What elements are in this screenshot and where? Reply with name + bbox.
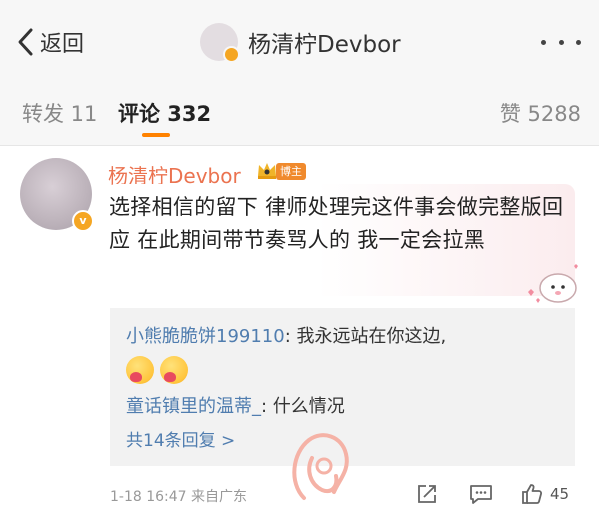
more-dot-icon xyxy=(541,39,546,45)
sheep-sticker-icon xyxy=(528,264,578,303)
reply-text: : 我永远站在你这边, xyxy=(284,326,447,347)
like-button[interactable]: 45 xyxy=(520,482,569,506)
blogger-badge: 博主 xyxy=(276,163,306,180)
nav-avatar[interactable] xyxy=(200,23,240,63)
back-label: 返回 xyxy=(40,32,85,57)
comment-card: v 杨清柠Devbor 博主 选择相信的留下 律师处理完这件事会做完整版回应 在… xyxy=(0,146,599,525)
nav-title: 杨清柠Devbor xyxy=(200,22,401,63)
view-all-replies-link[interactable]: 共14条回复 > xyxy=(126,426,235,451)
comment-meta: 1-18 16:47 来自广东 xyxy=(110,486,247,506)
verified-badge-icon xyxy=(223,46,240,63)
like-count: 45 xyxy=(550,485,570,503)
nav-title-text: 杨清柠Devbor xyxy=(248,32,401,58)
comment-source: 来自广东 xyxy=(191,489,248,505)
more-options-button[interactable] xyxy=(541,32,581,52)
more-dot-icon xyxy=(576,39,581,45)
tab-likes[interactable]: 赞 5288 xyxy=(500,98,581,128)
verified-badge-icon: v xyxy=(72,210,94,232)
watermark-logo-icon xyxy=(292,433,349,500)
comment-text: 选择相信的留下 律师处理完这件事会做完整版回应 在此期间带节奏骂人的 我一定会拉… xyxy=(109,195,564,252)
active-tab-indicator xyxy=(142,133,170,137)
back-button[interactable]: 返回 xyxy=(16,26,84,58)
comment-time: 1-18 16:47 xyxy=(110,489,187,505)
tab-comments[interactable]: 评论 332 xyxy=(118,98,211,128)
share-icon[interactable] xyxy=(415,482,439,506)
more-dot-icon xyxy=(558,39,564,45)
love-emoji-icon xyxy=(126,356,154,384)
tab-repost[interactable]: 转发 11 xyxy=(22,98,97,128)
tab-bar: 转发 11 评论 332 赞 5288 xyxy=(0,85,599,146)
love-emoji-icon xyxy=(160,356,188,384)
reply-item[interactable]: 小熊脆脆饼199110: 我永远站在你这边, xyxy=(126,322,446,348)
commenter-avatar[interactable]: v xyxy=(20,158,94,232)
reply-author[interactable]: 童话镇里的温蒂_ xyxy=(126,396,261,417)
reply-icon[interactable] xyxy=(468,482,494,506)
top-nav-bar: 返回 杨清柠Devbor xyxy=(0,0,599,85)
reply-author[interactable]: 小熊脆脆饼199110 xyxy=(126,326,285,347)
thumbs-up-icon xyxy=(522,484,543,504)
reply-emojis xyxy=(126,356,188,384)
reply-item[interactable]: 童话镇里的温蒂_: 什么情况 xyxy=(126,392,345,418)
chevron-left-icon xyxy=(18,28,33,56)
reply-text: : 什么情况 xyxy=(261,396,345,417)
